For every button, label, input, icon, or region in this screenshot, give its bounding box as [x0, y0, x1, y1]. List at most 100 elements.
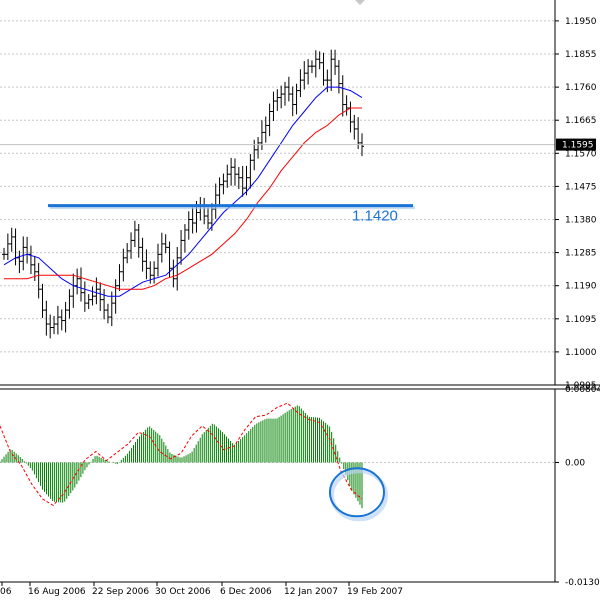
osc-tick-label: -0.01308 [565, 578, 600, 588]
price-bar [279, 85, 284, 109]
price-panel: 1.1950 1.1855 1.1760 1.1665 1.1570 1.1475 1.13… [0, 0, 597, 391]
price-bar [2, 247, 6, 260]
price-tick-label: 1.1570 [565, 149, 597, 159]
time-tick-label: 12 Jan 2007 [284, 587, 338, 597]
price-bar [98, 282, 103, 311]
price-tick-label: 1.1855 [565, 50, 597, 60]
price-bar [329, 49, 334, 91]
price-bar [144, 249, 149, 280]
price-tick-label: 1.1475 [565, 182, 597, 192]
price-bar [190, 207, 195, 234]
price-bar [121, 248, 126, 282]
price-bar [159, 232, 164, 263]
price-bar [225, 164, 230, 188]
price-bar [48, 314, 53, 339]
price-bar [44, 300, 49, 336]
price-bar [182, 224, 187, 253]
horizontal-line-label: 1.1420 [352, 208, 398, 225]
shift-marker-icon [355, 0, 365, 5]
price-bar [129, 232, 134, 259]
price-tick-label: 1.1665 [565, 116, 597, 126]
price-bar [202, 197, 207, 225]
time-tick-label: 16 Aug 2006 [28, 587, 86, 597]
price-bar [9, 227, 14, 252]
price-bar [206, 207, 211, 230]
price-bar [132, 220, 137, 247]
price-tick-label: 1.1190 [565, 282, 597, 292]
price-bar [352, 114, 357, 140]
price-bar [78, 267, 83, 302]
price-bar [336, 60, 341, 94]
price-bar [13, 228, 18, 266]
time-axis-labels: 06 16 Aug 2006 22 Sep 2006 30 Oct 2006 6 Dec… [0, 582, 403, 597]
current-price-tag: 1.1595 [556, 138, 596, 151]
price-bar [286, 76, 291, 102]
price-bar [302, 61, 307, 90]
price-bar [28, 245, 33, 274]
osc-tick-label: 0.00 [565, 458, 585, 468]
price-tick-label: 1.1950 [565, 17, 597, 27]
price-bar [248, 154, 253, 189]
time-tick-label: 30 Oct 2006 [155, 587, 211, 597]
price-bar [5, 233, 10, 261]
price-bar [348, 101, 353, 133]
chart-canvas: 1.1950 1.1855 1.1760 1.1665 1.1570 1.1475 1.13… [0, 0, 600, 597]
price-bar [17, 250, 22, 274]
price-bar [55, 305, 60, 335]
price-bar [117, 264, 122, 292]
price-bar [102, 289, 107, 320]
price-bar [309, 60, 314, 74]
price-bar [236, 167, 241, 190]
price-bar [140, 237, 145, 272]
price-bar [229, 157, 234, 186]
price-bar [71, 273, 76, 308]
price-bar [259, 120, 264, 151]
price-bar [321, 52, 326, 86]
price-bar [256, 137, 261, 159]
price-bar [306, 59, 311, 85]
osc-tick-label: 0.00804 [565, 385, 600, 395]
price-bar [67, 289, 72, 319]
price-bar [125, 243, 130, 264]
price-tick-label: 1.1095 [565, 315, 597, 325]
time-tick-label: 22 Sep 2006 [92, 587, 149, 597]
price-bar [75, 268, 80, 295]
price-bar [283, 81, 288, 106]
price-bar [186, 211, 191, 240]
time-tick-label: 06 [0, 587, 12, 597]
price-bar [217, 177, 222, 207]
price-bar [36, 262, 41, 299]
price-bar [294, 83, 299, 115]
price-bar [59, 309, 64, 331]
price-bar [344, 95, 349, 116]
price-bar [175, 246, 180, 291]
price-bar [109, 291, 114, 327]
price-bar [213, 183, 218, 219]
price-tick-label: 1.1000 [565, 348, 597, 358]
price-bar [221, 173, 226, 195]
price-bar [40, 283, 45, 318]
price-bar [271, 91, 276, 121]
price-bar [86, 294, 91, 310]
current-price-tag-label: 1.1595 [562, 141, 594, 151]
price-tick-label: 1.1380 [565, 216, 597, 226]
time-tick-label: 19 Feb 2007 [347, 587, 403, 597]
price-bar [163, 234, 168, 254]
price-bar [63, 301, 68, 333]
moving-average-red [4, 107, 362, 290]
price-bar [298, 69, 303, 98]
price-bar [82, 281, 87, 312]
price-bar [21, 236, 26, 271]
price-bar [25, 236, 30, 264]
price-tick-label: 1.1285 [565, 249, 597, 259]
oscillator-panel: 0.00804 0.00 -0.01308 [0, 385, 600, 588]
price-bar [232, 158, 237, 186]
price-bar [275, 89, 280, 111]
price-bar [290, 86, 295, 117]
price-bar [105, 303, 110, 324]
price-bar [152, 261, 157, 284]
price-bar [240, 165, 245, 197]
highlight-circle [329, 467, 385, 518]
price-bar [171, 259, 176, 288]
price-bar [155, 243, 160, 277]
